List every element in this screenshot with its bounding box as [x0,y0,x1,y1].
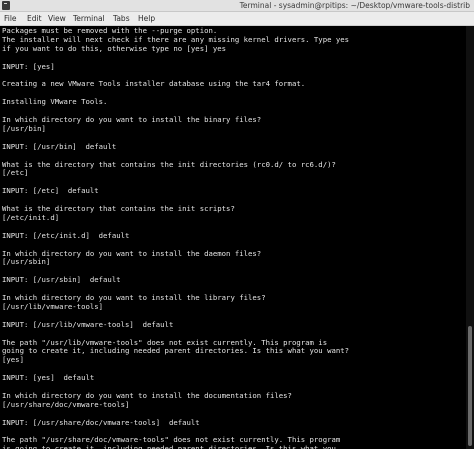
terminal-line: [/usr/share/doc/vmware-tools] [2,399,130,409]
terminal-line: INPUT: [yes] default [2,373,95,383]
terminal-line: if you want to do this, otherwise type n… [2,43,227,53]
terminal-window: Terminal - sysadmin@rpitips: ~/Desktop/v… [0,0,474,449]
terminal-line: INPUT: [/usr/sbin] default [2,275,121,285]
title-bar[interactable]: Terminal - sysadmin@rpitips: ~/Desktop/v… [0,0,474,12]
terminal-line: INPUT: [/etc] default [2,186,99,196]
terminal-line: [/etc] [2,168,29,178]
terminal-icon[interactable] [2,1,10,10]
terminal-line: INPUT: [/usr/bin] default [2,141,117,151]
terminal-output[interactable]: Packages must be removed with the --purg… [0,26,466,449]
terminal-line: In which directory do you want to instal… [2,248,262,258]
menu-file[interactable]: File [4,12,17,25]
menu-edit[interactable]: Edit [27,12,42,25]
terminal-line: In which directory do you want to instal… [2,115,262,124]
terminal-line: INPUT: [/usr/share/doc/vmware-tools] def… [2,417,200,427]
terminal-line: [/usr/sbin] [2,257,51,267]
terminal-line: The path "/usr/share/doc/vmware-tools" d… [2,435,341,445]
terminal-line: What is the directory that contains the … [2,159,336,169]
terminal-line: What is the directory that contains the … [2,204,235,213]
terminal-line: INPUT: [/etc/init.d] default [2,230,130,240]
terminal-line: In which directory do you want to instal… [2,390,292,400]
terminal-line: Creating a new VMware Tools installer da… [2,79,306,89]
scrollbar-thumb[interactable] [468,326,472,446]
menu-tabs[interactable]: Tabs [113,12,130,25]
menu-help[interactable]: Help [138,12,155,25]
terminal-line: [yes] [2,355,24,365]
terminal-line: is going to create it, including needed … [2,444,336,449]
menu-terminal[interactable]: Terminal [73,12,105,25]
terminal-line: The installer will next check if there a… [2,34,350,44]
menu-bar: File Edit View Terminal Tabs Help [0,12,474,26]
terminal-line: INPUT: [/usr/lib/vmware-tools] default [2,319,174,329]
terminal-line: The path "/usr/lib/vmware-tools" does no… [2,337,328,347]
terminal-line: [/usr/bin] [2,123,46,133]
terminal-line: going to create it, including needed par… [2,346,350,356]
terminal-line: Packages must be removed with the --purg… [2,26,218,35]
terminal-line: INPUT: [yes] [2,61,55,71]
window-title: Terminal - sysadmin@rpitips: ~/Desktop/v… [239,1,470,10]
terminal-scrollbar[interactable] [466,26,474,449]
terminal-line: Installing VMware Tools. [2,97,108,107]
menu-view[interactable]: View [48,12,66,25]
terminal-line: [/etc/init.d] [2,212,60,222]
terminal-line: In which directory do you want to instal… [2,293,266,302]
terminal-line: [/usr/lib/vmware-tools] [2,301,104,311]
